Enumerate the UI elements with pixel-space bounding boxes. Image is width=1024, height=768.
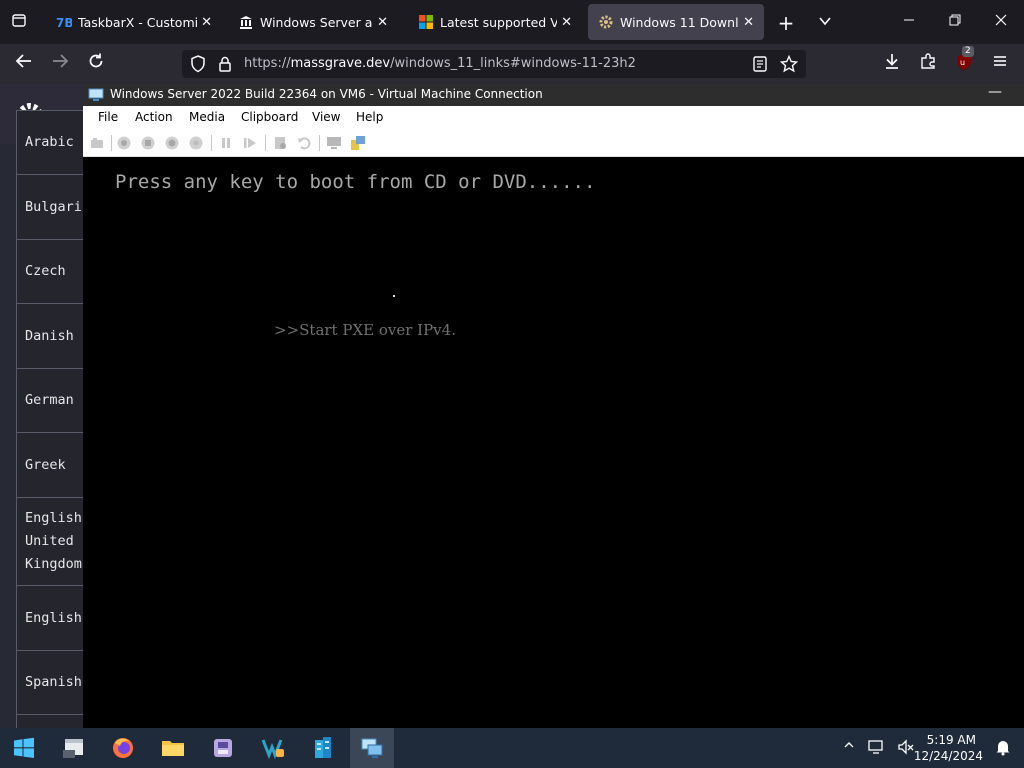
toolbar-separator (111, 135, 112, 151)
start-vm-icon[interactable] (116, 135, 132, 151)
menu-help[interactable]: Help (356, 110, 383, 124)
list-item[interactable]: Arabic (16, 110, 84, 174)
list-item[interactable]: Spanish (16, 650, 84, 714)
gear-icon (598, 14, 614, 30)
menu-clipboard[interactable]: Clipboard (241, 110, 298, 124)
menu-action[interactable]: Action (135, 110, 173, 124)
list-item[interactable]: Bulgari (16, 174, 84, 239)
forward-arrow-icon[interactable] (48, 52, 72, 76)
close-icon[interactable]: ✕ (377, 15, 388, 30)
list-item[interactable]: Danish (16, 303, 84, 368)
storage-app-icon[interactable] (201, 728, 245, 768)
list-item (16, 714, 84, 728)
bookmark-star-icon[interactable] (779, 54, 799, 77)
menu-media[interactable]: Media (189, 110, 225, 124)
folder-icon[interactable] (151, 728, 195, 768)
pause-icon[interactable] (218, 135, 234, 151)
window-close-icon[interactable] (986, 10, 1016, 34)
extensions-puzzle-icon[interactable] (916, 52, 940, 76)
visual-studio-icon[interactable] (251, 728, 295, 768)
tab-windows-server-archive[interactable]: Windows Server archiv ✕ (228, 4, 398, 40)
checkpoint-icon[interactable] (272, 135, 288, 151)
new-tab-button[interactable]: + (775, 12, 797, 34)
url-bar[interactable]: https://massgrave.dev/windows_11_links#w… (182, 50, 806, 78)
url-scheme: https:// (244, 56, 291, 71)
tab-list-icon[interactable] (8, 12, 30, 34)
tab-windows-11-download[interactable]: Windows 11 Download ✕ (588, 4, 764, 40)
window-minimize-icon[interactable] (894, 10, 924, 34)
hamburger-menu-icon[interactable] (988, 52, 1012, 76)
start-icon[interactable] (2, 728, 46, 768)
vm-toolbar (83, 130, 1024, 157)
firefox-icon[interactable] (101, 728, 145, 768)
menu-file[interactable]: File (98, 110, 118, 124)
vm-window-title: Windows Server 2022 Build 22364 on VM6 -… (110, 87, 543, 101)
svg-text:u: u (960, 58, 965, 67)
enhanced-session-icon[interactable] (326, 135, 342, 151)
close-icon[interactable]: ✕ (201, 15, 212, 30)
url-path: /windows_11_links#windows-11-23h2 (390, 56, 636, 71)
tab-taskbarx[interactable]: 7B TaskbarX - Customize ✕ (46, 4, 222, 40)
vm-connection-window: Windows Server 2022 Build 22364 on VM6 -… (83, 84, 1024, 728)
window-restore-icon[interactable] (940, 10, 970, 34)
share-icon[interactable] (350, 135, 366, 151)
browser-tab-strip: 7B TaskbarX - Customize ✕ Windows Server… (0, 0, 1024, 44)
ctrl-alt-del-icon[interactable] (89, 135, 105, 151)
reload-icon[interactable] (84, 52, 108, 76)
list-item[interactable]: Czech (16, 239, 84, 303)
vm-menu-bar: File Action Media Clipboard View Help (83, 106, 1024, 130)
notification-bell-icon[interactable] (993, 738, 1013, 758)
vm-connection-icon (88, 87, 104, 101)
hyper-v-icon[interactable] (350, 728, 394, 768)
toolbar-separator (319, 135, 320, 151)
boot-message: Press any key to boot from CD or DVD....… (115, 171, 596, 193)
clock-time[interactable]: 5:19 AM (896, 733, 976, 747)
microsoft-icon (418, 14, 434, 30)
turn-off-icon[interactable] (140, 135, 156, 151)
tab-overflow-icon[interactable] (814, 12, 836, 34)
resume-icon[interactable] (242, 135, 258, 151)
mouse-cursor-dot (393, 295, 395, 297)
save-state-icon[interactable] (188, 135, 204, 151)
tab-visual-cpp[interactable]: Latest supported Visua ✕ (408, 4, 582, 40)
toolbar-separator (211, 135, 212, 151)
revert-icon[interactable] (296, 135, 312, 151)
svg-text:7B: 7B (56, 16, 72, 30)
url-text[interactable]: https://massgrave.dev/windows_11_links#w… (244, 56, 636, 71)
file-explorer-icon[interactable] (52, 728, 96, 768)
tab-title: Latest supported Visua (440, 14, 558, 30)
network-icon[interactable] (866, 738, 886, 758)
building-app-icon[interactable] (301, 728, 345, 768)
back-arrow-icon[interactable] (12, 52, 36, 76)
archive-icon (238, 14, 254, 30)
chevron-up-icon[interactable] (839, 738, 859, 758)
lock-icon[interactable] (218, 55, 232, 77)
menu-view[interactable]: View (312, 110, 340, 124)
ublock-origin-icon[interactable]: u 2 (952, 46, 976, 76)
clock-date[interactable]: 12/24/2024 (903, 749, 983, 763)
browser-nav-bar: https://massgrave.dev/windows_11_links#w… (0, 44, 1024, 84)
tab-title: Windows 11 Download (620, 14, 739, 30)
tab-title: Windows Server archiv (260, 14, 373, 30)
tab-title: TaskbarX - Customize (78, 14, 198, 30)
list-item[interactable]: English (16, 585, 84, 650)
url-host: massgrave.dev (290, 56, 391, 71)
minimize-icon[interactable]: — (988, 84, 1002, 100)
download-icon[interactable] (880, 52, 904, 76)
close-icon[interactable]: ✕ (743, 15, 754, 30)
vm-title-bar[interactable]: Windows Server 2022 Build 22364 on VM6 -… (83, 84, 1024, 106)
list-item[interactable]: English United Kingdom (16, 497, 84, 585)
list-item[interactable]: German (16, 368, 84, 432)
toolbar-separator (265, 135, 266, 151)
close-icon[interactable]: ✕ (561, 15, 572, 30)
windows-taskbar: 5:19 AM 12/24/2024 (0, 728, 1024, 768)
taskbarx-icon: 7B (56, 14, 72, 30)
vm-console-screen[interactable]: Press any key to boot from CD or DVD....… (83, 157, 1024, 728)
extension-badge: 2 (962, 46, 974, 57)
list-item[interactable]: Greek (16, 432, 84, 497)
shut-down-icon[interactable] (164, 135, 180, 151)
tracking-shield-icon[interactable] (190, 55, 206, 77)
pxe-message: >>Start PXE over IPv4. (274, 321, 456, 339)
reader-view-icon[interactable] (752, 55, 768, 77)
